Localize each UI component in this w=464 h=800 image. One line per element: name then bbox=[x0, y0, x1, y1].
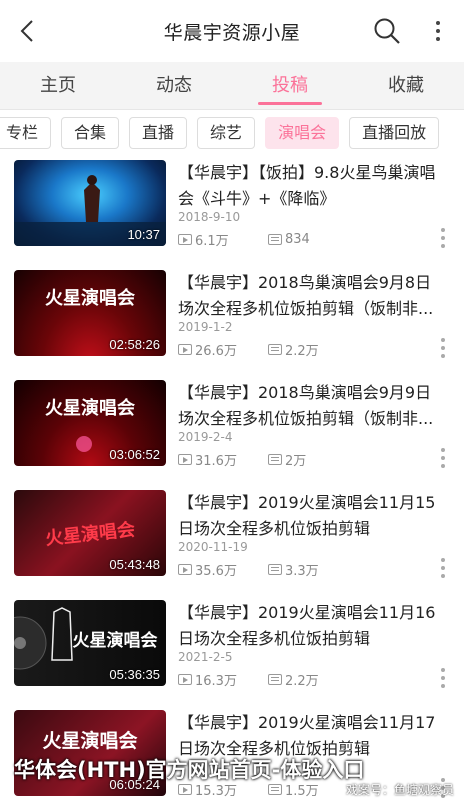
tab-dynamic[interactable]: 动态 bbox=[116, 62, 232, 109]
view-count: 35.6万 bbox=[195, 564, 237, 579]
view-count: 6.1万 bbox=[195, 234, 229, 249]
tab-home[interactable]: 主页 bbox=[0, 62, 116, 109]
video-duration: 02:58:26 bbox=[109, 337, 160, 352]
video-title[interactable]: 【华晨宇】2018鸟巢演唱会9月9日场次全程多机位饭拍剪辑（饭制非... bbox=[178, 380, 446, 432]
play-count-icon bbox=[178, 674, 192, 685]
video-date: 2019-1-2 bbox=[178, 320, 233, 334]
chip-concert[interactable]: 演唱会 bbox=[265, 117, 340, 149]
danmaku-count: 2.2万 bbox=[285, 674, 319, 689]
item-more-icon[interactable] bbox=[440, 338, 446, 358]
video-date: 2019-2-4 bbox=[178, 430, 233, 444]
danmaku-icon bbox=[268, 454, 282, 465]
view-count: 16.3万 bbox=[195, 674, 237, 689]
top-bar: 华晨宇资源小屋 bbox=[0, 0, 464, 62]
video-duration: 03:06:52 bbox=[109, 447, 160, 462]
video-title[interactable]: 【华晨宇】2019火星演唱会11月16日场次全程多机位饭拍剪辑 bbox=[178, 600, 446, 652]
play-count-icon bbox=[178, 564, 192, 575]
danmaku-count: 3.3万 bbox=[285, 564, 319, 579]
item-more-icon[interactable] bbox=[440, 558, 446, 578]
video-title[interactable]: 【华晨宇】2019火星演唱会11月15日场次全程多机位饭拍剪辑 bbox=[178, 490, 446, 542]
danmaku-count: 2.2万 bbox=[285, 344, 319, 359]
video-item[interactable]: 火星演唱会 02:58:26 【华晨宇】2018鸟巢演唱会9月8日场次全程多机位… bbox=[0, 266, 464, 376]
danmaku-icon bbox=[268, 674, 282, 685]
thumbnail-caption: 火星演唱会 bbox=[72, 631, 158, 651]
play-count-icon bbox=[178, 784, 192, 795]
play-count-icon bbox=[178, 344, 192, 355]
chip-collection[interactable]: 合集 bbox=[61, 117, 120, 149]
danmaku-icon bbox=[268, 234, 282, 245]
video-item[interactable]: 火星演唱会 03:06:52 【华晨宇】2018鸟巢演唱会9月9日场次全程多机位… bbox=[0, 376, 464, 486]
danmaku-icon bbox=[268, 784, 282, 795]
thumbnail-caption: 火星演唱会 bbox=[42, 730, 138, 752]
video-title[interactable]: 【华晨宇】2018鸟巢演唱会9月8日场次全程多机位饭拍剪辑（饭制非... bbox=[178, 270, 446, 322]
video-item[interactable]: 火星演唱会 05:36:35 【华晨宇】2019火星演唱会11月16日场次全程多… bbox=[0, 596, 464, 706]
view-count: 26.6万 bbox=[195, 344, 237, 359]
thumbnail-caption: 火星演唱会 bbox=[44, 519, 137, 550]
tab-favorites[interactable]: 收藏 bbox=[348, 62, 464, 109]
item-more-icon[interactable] bbox=[440, 448, 446, 468]
video-title[interactable]: 【华晨宇】【饭拍】9.8火星鸟巢演唱会《斗牛》+《降临》 bbox=[178, 160, 446, 212]
category-chips: 专栏 合集 直播 综艺 演唱会 直播回放 bbox=[0, 110, 464, 156]
play-count-icon bbox=[178, 234, 192, 245]
video-thumbnail[interactable]: 10:37 bbox=[14, 160, 166, 246]
danmaku-count: 834 bbox=[285, 232, 310, 247]
chip-column[interactable]: 专栏 bbox=[0, 117, 52, 149]
video-date: 2018-9-10 bbox=[178, 210, 241, 224]
video-duration: 05:36:35 bbox=[109, 667, 160, 682]
video-item[interactable]: 10:37 【华晨宇】【饭拍】9.8火星鸟巢演唱会《斗牛》+《降临》 2018-… bbox=[0, 156, 464, 266]
source-overlay: 戏案号：鱼塘观察员 bbox=[345, 783, 454, 797]
tab-bar: 主页 动态 投稿 收藏 bbox=[0, 62, 464, 110]
video-item[interactable]: 火星演唱会 05:43:48 【华晨宇】2019火星演唱会11月15日场次全程多… bbox=[0, 486, 464, 596]
video-date: 2021-2-5 bbox=[178, 650, 233, 664]
danmaku-icon bbox=[268, 344, 282, 355]
video-thumbnail[interactable]: 火星演唱会 05:43:48 bbox=[14, 490, 166, 576]
chip-variety[interactable]: 综艺 bbox=[197, 117, 256, 149]
tab-submissions[interactable]: 投稿 bbox=[232, 62, 348, 109]
item-more-icon[interactable] bbox=[440, 668, 446, 688]
chip-live-replay[interactable]: 直播回放 bbox=[349, 117, 440, 149]
watermark-overlay: 华体会(HTH)官方网站首页-体验入口 bbox=[14, 758, 365, 782]
video-thumbnail[interactable]: 火星演唱会 03:06:52 bbox=[14, 380, 166, 466]
danmaku-count: 2万 bbox=[285, 454, 307, 469]
back-icon[interactable] bbox=[14, 16, 40, 46]
play-count-icon bbox=[178, 454, 192, 465]
danmaku-icon bbox=[268, 564, 282, 575]
video-duration: 10:37 bbox=[127, 227, 160, 242]
thumbnail-caption: 火星演唱会 bbox=[45, 288, 135, 309]
video-thumbnail[interactable]: 火星演唱会 05:36:35 bbox=[14, 600, 166, 686]
video-list: 10:37 【华晨宇】【饭拍】9.8火星鸟巢演唱会《斗牛》+《降临》 2018-… bbox=[0, 156, 464, 800]
item-more-icon[interactable] bbox=[440, 228, 446, 248]
view-count: 31.6万 bbox=[195, 454, 237, 469]
video-date: 2020-11-19 bbox=[178, 540, 248, 554]
more-options-icon[interactable] bbox=[432, 16, 444, 46]
chip-live[interactable]: 直播 bbox=[129, 117, 188, 149]
video-thumbnail[interactable]: 火星演唱会 02:58:26 bbox=[14, 270, 166, 356]
video-duration: 05:43:48 bbox=[109, 557, 160, 572]
search-icon[interactable] bbox=[372, 16, 402, 46]
